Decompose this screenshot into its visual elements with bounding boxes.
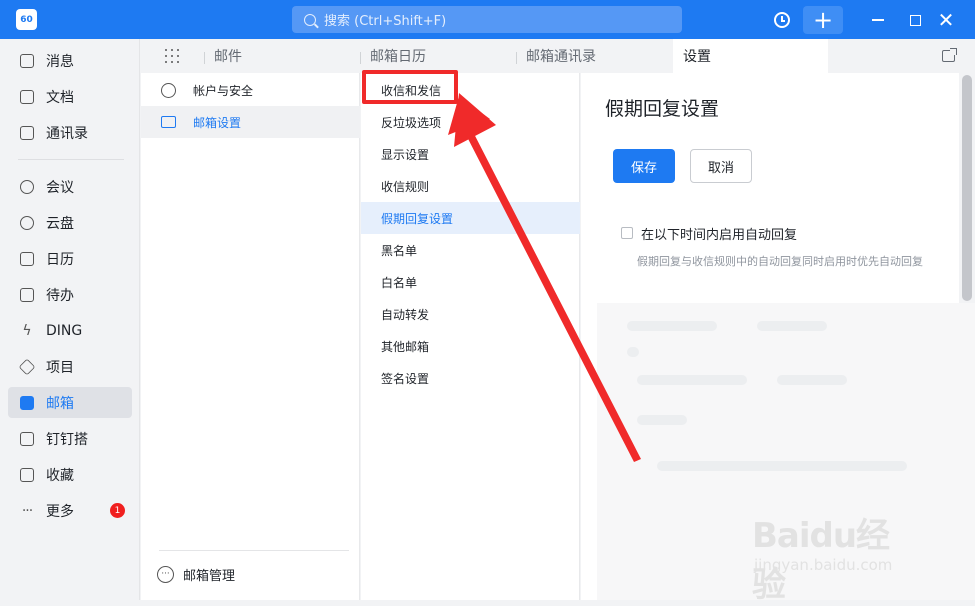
nav-item-builder[interactable]: 钉钉搭	[8, 423, 132, 454]
nav-item-meeting[interactable]: 会议	[8, 171, 132, 202]
submenu-vacation-reply[interactable]: 假期回复设置	[361, 202, 580, 234]
auto-reply-checkbox[interactable]	[621, 227, 633, 239]
cloud-icon	[20, 215, 34, 230]
menu-label: 帐户与安全	[193, 83, 254, 98]
auto-reply-checkbox-label[interactable]: 在以下时间内启用自动回复	[641, 224, 797, 243]
mail-management-button[interactable]: ··· 邮箱管理	[157, 565, 235, 584]
search-placeholder: 搜索 (Ctrl+Shift+F)	[324, 14, 447, 29]
nav-item-docs[interactable]: 文档	[8, 81, 132, 112]
tab-mail[interactable]: 邮件	[214, 39, 242, 73]
submenu-whitelist[interactable]: 白名单	[361, 266, 580, 298]
nav-label: 会议	[46, 179, 74, 196]
tab-separator	[516, 52, 517, 64]
nav-label: 文档	[46, 89, 74, 106]
minimize-button[interactable]	[866, 6, 890, 34]
search-input[interactable]: 搜索 (Ctrl+Shift+F)	[292, 6, 682, 33]
minimize-icon	[872, 19, 884, 21]
annotation-highlight-box	[362, 70, 458, 104]
add-button[interactable]: +	[803, 6, 843, 34]
nav-item-calendar[interactable]: 日历	[8, 243, 132, 274]
notification-badge: 1	[110, 503, 125, 518]
mail-icon	[20, 395, 34, 410]
mail-settings-submenu: 收信和发信 反垃圾选项 显示设置 收信规则 假期回复设置 黑名单 白名单 自动转…	[361, 73, 580, 600]
nav-item-contacts[interactable]: 通讯录	[8, 117, 132, 148]
app-logo: 60	[16, 9, 37, 30]
history-button[interactable]	[768, 6, 796, 34]
clock-icon	[774, 12, 790, 28]
nav-item-project[interactable]: 项目	[8, 351, 132, 382]
nav-label: 消息	[46, 53, 74, 70]
tab-separator	[204, 52, 205, 64]
nav-label: 日历	[46, 251, 74, 268]
nav-label: 更多	[46, 503, 74, 520]
builder-icon	[20, 431, 34, 446]
nav-label: 钉钉搭	[46, 431, 88, 448]
contacts-icon	[20, 125, 34, 140]
submenu-anti-spam[interactable]: 反垃圾选项	[361, 106, 580, 138]
menu-label: 邮箱设置	[193, 115, 242, 130]
divider	[159, 550, 349, 551]
user-icon	[161, 82, 176, 98]
nav-item-messages[interactable]: 消息	[8, 45, 132, 76]
auto-reply-description: 假期回复与收信规则中的自动回复同时启用时优先自动回复	[637, 255, 923, 268]
more-circle-icon: ···	[157, 566, 174, 583]
tab-mail-calendar[interactable]: 邮箱日历	[370, 39, 426, 73]
mail-icon	[161, 116, 176, 128]
tab-mail-contacts[interactable]: 邮箱通讯录	[526, 39, 596, 73]
nav-label: 待办	[46, 287, 74, 304]
close-button[interactable]: ✕	[934, 6, 958, 34]
nav-label: 云盘	[46, 215, 74, 232]
nav-label: 项目	[46, 359, 74, 376]
nav-item-ding[interactable]: ϟ DING	[8, 315, 132, 346]
submenu-display[interactable]: 显示设置	[361, 138, 580, 170]
watermark-sub: jingyan.baidu.com	[754, 556, 893, 574]
submenu-other-mailbox[interactable]: 其他邮箱	[361, 330, 580, 362]
meeting-icon	[20, 179, 34, 194]
nav-label: 收藏	[46, 467, 74, 484]
calendar-icon	[20, 251, 34, 266]
mail-management-label: 邮箱管理	[183, 569, 236, 584]
nav-item-more[interactable]: ··· 更多 1	[8, 495, 132, 526]
submenu-signature[interactable]: 签名设置	[361, 362, 580, 394]
popout-icon[interactable]	[942, 48, 957, 62]
bolt-icon: ϟ	[22, 322, 32, 339]
search-icon	[304, 13, 316, 26]
nav-label: DING	[46, 322, 83, 339]
submenu-auto-forward[interactable]: 自动转发	[361, 298, 580, 330]
menu-item-account-security[interactable]: 帐户与安全	[141, 74, 360, 106]
maximize-button[interactable]	[903, 6, 927, 34]
project-icon	[18, 358, 36, 375]
settings-menu: 帐户与安全 邮箱设置 ··· 邮箱管理	[141, 73, 360, 600]
message-icon	[20, 53, 34, 68]
scrollbar-thumb[interactable]	[962, 75, 972, 301]
nav-item-todo[interactable]: 待办	[8, 279, 132, 310]
save-button[interactable]: 保存	[613, 149, 675, 183]
tab-separator	[360, 52, 361, 64]
nav-item-cloud[interactable]: 云盘	[8, 207, 132, 238]
nav-label: 通讯录	[46, 125, 88, 142]
submenu-blacklist[interactable]: 黑名单	[361, 234, 580, 266]
page-title: 假期回复设置	[605, 98, 720, 120]
menu-item-mail-settings[interactable]: 邮箱设置	[141, 106, 360, 138]
submenu-receive-rules[interactable]: 收信规则	[361, 170, 580, 202]
tab-settings[interactable]: 设置	[673, 39, 828, 73]
document-icon	[20, 89, 34, 104]
cancel-button[interactable]: 取消	[690, 149, 752, 183]
nav-label: 邮箱	[46, 395, 74, 412]
apps-grid-icon[interactable]	[165, 49, 181, 65]
baidu-watermark: Baidu经验 jingyan.baidu.com	[752, 508, 922, 605]
maximize-icon	[909, 14, 921, 26]
nav-divider	[18, 159, 124, 160]
more-icon: ···	[21, 502, 33, 519]
nav-item-mail[interactable]: 邮箱	[8, 387, 132, 418]
todo-icon	[20, 287, 34, 302]
favorites-icon	[20, 467, 34, 482]
nav-item-favorites[interactable]: 收藏	[8, 459, 132, 490]
